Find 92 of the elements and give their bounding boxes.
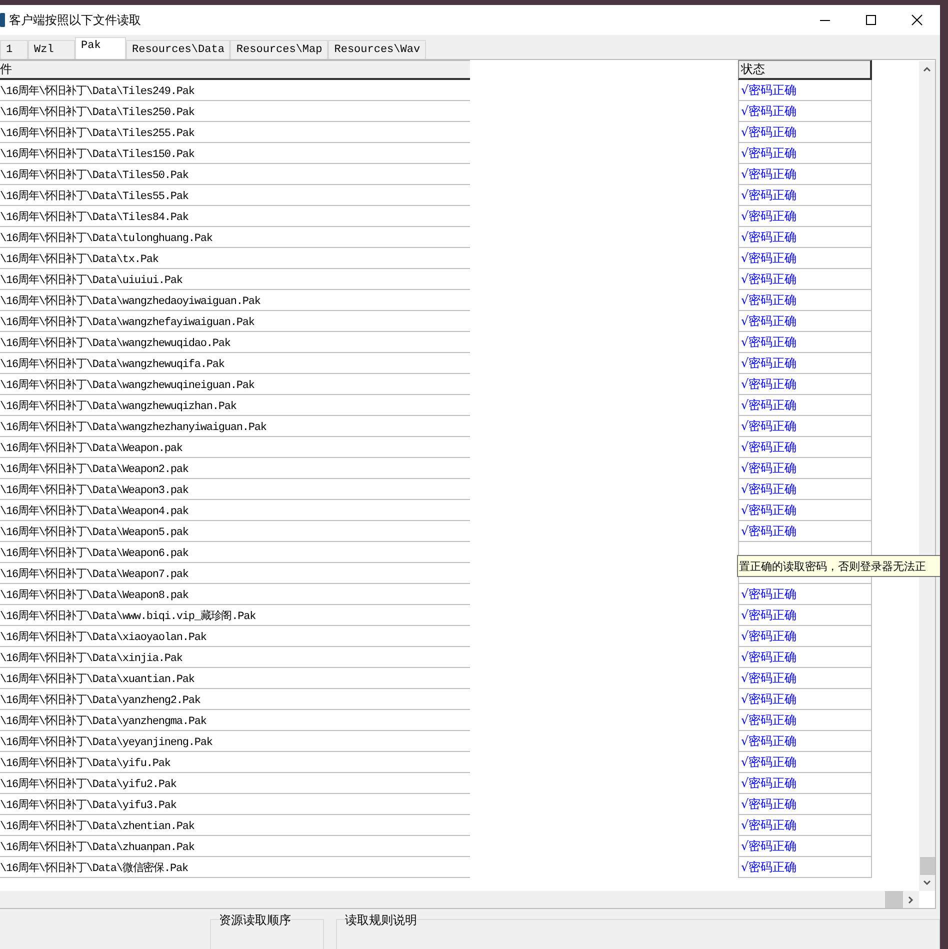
table-cell: \16周年\怀旧补丁\Data\Weapon7.pak bbox=[0, 563, 470, 584]
table-cell: √密码正确 bbox=[738, 710, 872, 731]
table-cell: √密码正确 bbox=[738, 353, 872, 374]
table-cell: \16周年\怀旧补丁\Data\xuantian.Pak bbox=[0, 668, 470, 689]
table-cell: \16周年\怀旧补丁\Data\wangzhewuqifa.Pak bbox=[0, 353, 470, 374]
table-cell: \16周年\怀旧补丁\Data\Tiles55.Pak bbox=[0, 185, 470, 206]
table-cell: \16周年\怀旧补丁\Data\yifu2.Pak bbox=[0, 773, 470, 794]
table-cell: \16周年\怀旧补丁\Data\Tiles250.Pak bbox=[0, 101, 470, 122]
table-cell: \16周年\怀旧补丁\Data\Weapon6.pak bbox=[0, 542, 470, 563]
table-cell: \16周年\怀旧补丁\Data\wangzhewuqizhan.Pak bbox=[0, 395, 470, 416]
table-cell: \16周年\怀旧补丁\Data\wangzhewuqidao.Pak bbox=[0, 332, 470, 353]
table-cell: √密码正确 bbox=[738, 857, 872, 878]
table-cell: √密码正确 bbox=[738, 248, 872, 269]
table-cell: √密码正确 bbox=[738, 458, 872, 479]
tab[interactable]: Wzl bbox=[28, 40, 75, 59]
tab[interactable]: Resources\Map bbox=[230, 40, 328, 59]
table-cell: \16周年\怀旧补丁\Data\Weapon.pak bbox=[0, 437, 470, 458]
table-cell: \16周年\怀旧补丁\Data\zhentian.Pak bbox=[0, 815, 470, 836]
group-label: 资源读取顺序 bbox=[219, 913, 291, 927]
table-cell: √密码正确 bbox=[738, 647, 872, 668]
table-cell: √密码正确 bbox=[738, 80, 872, 101]
table-cell: √密码正确 bbox=[738, 626, 872, 647]
table-cell: √密码正确 bbox=[738, 395, 872, 416]
group-label: 读取规则说明 bbox=[344, 913, 417, 927]
table-cell: √密码正确 bbox=[738, 122, 872, 143]
table-cell: \16周年\怀旧补丁\Data\Weapon4.pak bbox=[0, 500, 470, 521]
tab[interactable]: Resources\Data bbox=[126, 40, 230, 59]
table-cell: √密码正确 bbox=[738, 500, 872, 521]
table-cell: \16周年\怀旧补丁\Data\Weapon2.pak bbox=[0, 458, 470, 479]
table-cell: \16周年\怀旧补丁\Data\微信密保.Pak bbox=[0, 857, 470, 878]
table-cell: \16周年\怀旧补丁\Data\Tiles150.Pak bbox=[0, 143, 470, 164]
table-cell: \16周年\怀旧补丁\Data\Weapon3.pak bbox=[0, 479, 470, 500]
table-cell: \16周年\怀旧补丁\Data\yifu.Pak bbox=[0, 752, 470, 773]
horizontal-scrollbar[interactable] bbox=[0, 891, 919, 908]
app-icon bbox=[0, 13, 5, 27]
close-icon bbox=[911, 14, 923, 26]
table-cell: √密码正确 bbox=[738, 689, 872, 710]
table-cell: \16周年\怀旧补丁\Data\Tiles50.Pak bbox=[0, 164, 470, 185]
column-header[interactable]: 状态 bbox=[738, 60, 872, 80]
table-cell: √密码正确 bbox=[738, 521, 872, 542]
table-cell: √密码正确 bbox=[738, 101, 872, 122]
table-cell: \16周年\怀旧补丁\Data\wangzhedaoyiwaiguan.Pak bbox=[0, 290, 470, 311]
table-cell: √密码正确 bbox=[738, 437, 872, 458]
table-cell: \16周年\怀旧补丁\Data\xiaoyaolan.Pak bbox=[0, 626, 470, 647]
table-cell: \16周年\怀旧补丁\Data\tulonghuang.Pak bbox=[0, 227, 470, 248]
table-cell: \16周年\怀旧补丁\Data\Tiles84.Pak bbox=[0, 206, 470, 227]
scrollbar-thumb[interactable] bbox=[920, 857, 934, 875]
table-cell: √密码正确 bbox=[738, 227, 872, 248]
table-cell: √密码正确 bbox=[738, 752, 872, 773]
table-cell: \16周年\怀旧补丁\Data\yifu3.Pak bbox=[0, 794, 470, 815]
table-cell: \16周年\怀旧补丁\Data\uiuiui.Pak bbox=[0, 269, 470, 290]
table-cell: \16周年\怀旧补丁\Data\www.biqi.vip_藏珍阁.Pak bbox=[0, 605, 470, 626]
table-cell: √密码正确 bbox=[738, 290, 872, 311]
table-cell: √密码正确 bbox=[738, 206, 872, 227]
table-cell: \16周年\怀旧补丁\Data\Tiles255.Pak bbox=[0, 122, 470, 143]
table-cell: \16周年\怀旧补丁\Data\zhuanpan.Pak bbox=[0, 836, 470, 857]
table-cell: √密码正确 bbox=[738, 836, 872, 857]
tab[interactable]: 1 bbox=[0, 40, 28, 59]
table-cell: √密码正确 bbox=[738, 185, 872, 206]
table-cell: √密码正确 bbox=[738, 374, 872, 395]
window-title: 客户端按照以下文件读取 bbox=[9, 12, 142, 28]
tab[interactable]: Resources\Wav bbox=[328, 40, 426, 59]
table-cell: √密码正确 bbox=[738, 479, 872, 500]
scrollbar-thumb[interactable] bbox=[885, 891, 903, 908]
table-cell: \16周年\怀旧补丁\Data\xinjia.Pak bbox=[0, 647, 470, 668]
column-header[interactable]: 件 bbox=[0, 60, 470, 80]
table-cell: √密码正确 bbox=[738, 332, 872, 353]
table-cell: √密码正确 bbox=[738, 773, 872, 794]
table-cell: √密码正确 bbox=[738, 269, 872, 290]
table-cell: \16周年\怀旧补丁\Data\Weapon5.pak bbox=[0, 521, 470, 542]
table-cell: √密码正确 bbox=[738, 311, 872, 332]
table-cell: √密码正确 bbox=[738, 143, 872, 164]
table-cell: √密码正确 bbox=[738, 668, 872, 689]
table-cell: √密码正确 bbox=[738, 731, 872, 752]
table-cell: √密码正确 bbox=[738, 605, 872, 626]
table-cell: \16周年\怀旧补丁\Data\yanzhengma.Pak bbox=[0, 710, 470, 731]
table-cell: \16周年\怀旧补丁\Data\wangzhewuqineiguan.Pak bbox=[0, 374, 470, 395]
table-cell: √密码正确 bbox=[738, 416, 872, 437]
table-cell: \16周年\怀旧补丁\Data\Weapon8.pak bbox=[0, 584, 470, 605]
table-cell: \16周年\怀旧补丁\Data\wangzhefayiwaiguan.Pak bbox=[0, 311, 470, 332]
table-cell: \16周年\怀旧补丁\Data\tx.Pak bbox=[0, 248, 470, 269]
table-cell: \16周年\怀旧补丁\Data\yeyanjineng.Pak bbox=[0, 731, 470, 752]
table-cell: \16周年\怀旧补丁\Data\yanzheng2.Pak bbox=[0, 689, 470, 710]
tab[interactable]: Pak bbox=[75, 37, 126, 59]
table-cell: √密码正确 bbox=[738, 164, 872, 185]
table-cell: √密码正确 bbox=[738, 794, 872, 815]
table-cell: √密码正确 bbox=[738, 815, 872, 836]
table-cell: \16周年\怀旧补丁\Data\Tiles249.Pak bbox=[0, 80, 470, 101]
maximize-icon bbox=[865, 14, 877, 26]
table-cell: √密码正确 bbox=[738, 584, 872, 605]
tooltip: 置正确的读取密码，否则登录器无法正 bbox=[737, 555, 940, 577]
table-cell: \16周年\怀旧补丁\Data\wangzhezhanyiwaiguan.Pak bbox=[0, 416, 470, 437]
